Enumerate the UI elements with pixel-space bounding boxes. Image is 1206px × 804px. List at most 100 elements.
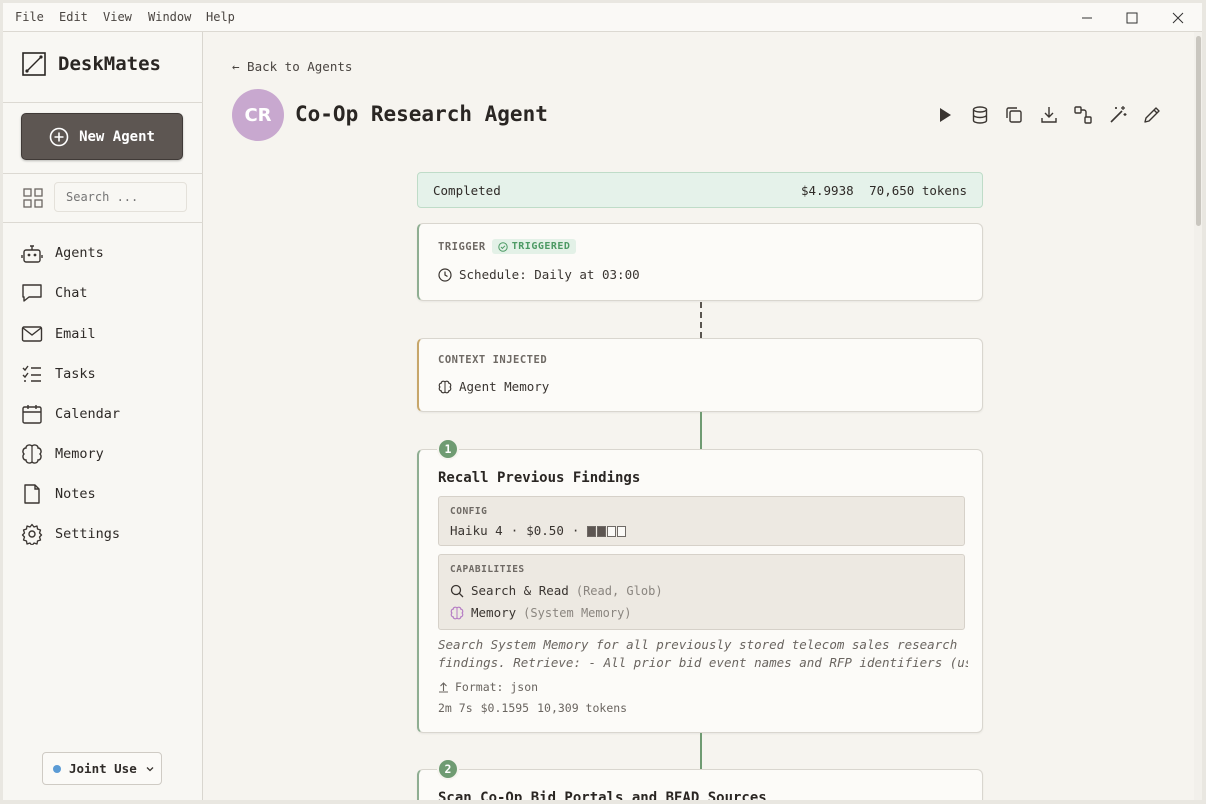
scrollbar[interactable] bbox=[1194, 32, 1202, 800]
tasks-icon bbox=[22, 365, 41, 382]
agents-icon bbox=[21, 245, 43, 263]
app-window: File Edit View Window Help DeskMates New… bbox=[3, 3, 1202, 800]
workflow-icon[interactable] bbox=[1073, 105, 1093, 125]
run-tokens: 70,650 tokens bbox=[869, 182, 967, 198]
copy-icon[interactable] bbox=[1004, 105, 1024, 125]
mode-selector[interactable]: Joint Use bbox=[42, 752, 162, 785]
step-title: Recall Previous Findings bbox=[438, 470, 641, 486]
brain-icon bbox=[22, 444, 42, 464]
sidebar-item-agents[interactable]: Agents bbox=[21, 241, 104, 265]
grid-view-icon[interactable] bbox=[23, 188, 43, 208]
effort-segment bbox=[587, 526, 597, 537]
email-icon bbox=[21, 326, 43, 342]
back-link[interactable]: ← Back to Agents bbox=[232, 59, 352, 74]
new-agent-label: New Agent bbox=[79, 128, 155, 145]
sidebar-item-notes[interactable]: Notes bbox=[21, 482, 96, 506]
sidebar-item-chat[interactable]: Chat bbox=[21, 281, 88, 305]
note-icon bbox=[24, 484, 40, 504]
status-metrics: $4.9938 70,650 tokens bbox=[801, 183, 967, 198]
config-box: CONFIG Haiku 4 · $0.50 · bbox=[438, 496, 965, 546]
check-circle-icon bbox=[498, 241, 508, 252]
search-input[interactable] bbox=[54, 182, 187, 212]
close-icon bbox=[1172, 12, 1184, 23]
step-card[interactable]: Recall Previous Findings CONFIG Haiku 4 … bbox=[417, 449, 983, 733]
status-text: Completed bbox=[433, 182, 501, 198]
search-icon bbox=[450, 584, 464, 597]
config-label: CONFIG bbox=[450, 506, 488, 517]
connector-line bbox=[700, 733, 702, 769]
chevron-down-icon bbox=[146, 766, 154, 771]
sidebar-item-email[interactable]: Email bbox=[21, 322, 96, 346]
edit-icon[interactable] bbox=[1142, 105, 1162, 125]
gear-icon bbox=[21, 523, 43, 545]
logo-icon bbox=[22, 52, 46, 76]
step-metrics: 2m 7s $0.1595 10,309 tokens bbox=[438, 701, 627, 715]
mode-dot bbox=[53, 764, 61, 773]
separator: · bbox=[510, 523, 519, 538]
capability-detail: (System Memory) bbox=[523, 605, 632, 620]
model-name: Haiku 4 bbox=[450, 523, 503, 538]
step-card[interactable]: Scan Co-Op Bid Portals and BEAD Sources bbox=[417, 769, 983, 800]
trigger-card[interactable]: TRIGGER TRIGGERED Schedule: Daily at 03:… bbox=[417, 223, 983, 301]
menu-window[interactable]: Window bbox=[148, 10, 191, 24]
step-number-badge: 1 bbox=[437, 438, 459, 460]
close-window-button[interactable] bbox=[1155, 3, 1201, 32]
sidebar-item-label: Memory bbox=[55, 446, 104, 462]
magic-wand-icon[interactable] bbox=[1108, 105, 1128, 125]
effort-segment bbox=[617, 526, 627, 537]
menu-file[interactable]: File bbox=[15, 10, 44, 24]
effort-segment bbox=[607, 526, 617, 537]
sidebar-item-label: Calendar bbox=[55, 406, 121, 422]
sidebar-item-label: Tasks bbox=[55, 366, 96, 382]
calendar-icon bbox=[22, 405, 42, 424]
sidebar-item-tasks[interactable]: Tasks bbox=[21, 362, 96, 386]
run-cost: $4.9938 bbox=[800, 182, 854, 198]
capability-detail: (Read, Glob) bbox=[575, 583, 663, 598]
capability-name: Search & Read bbox=[471, 583, 569, 598]
trigger-label: TRIGGER bbox=[438, 240, 486, 253]
run-status-bar: Completed $4.9938 70,650 tokens bbox=[417, 172, 983, 208]
capability-item: Memory (System Memory) bbox=[450, 605, 632, 620]
menu-view[interactable]: View bbox=[103, 10, 132, 24]
maximize-button[interactable] bbox=[1109, 3, 1155, 32]
capabilities-box: CAPABILITIES Search & Read (Read, Glob) … bbox=[438, 554, 965, 630]
play-icon[interactable] bbox=[935, 105, 955, 125]
clock-icon bbox=[438, 267, 452, 282]
sidebar: DeskMates New Agent Agents Chat Email Ta… bbox=[3, 32, 203, 800]
download-icon[interactable] bbox=[1039, 105, 1059, 125]
sidebar-item-label: Agents bbox=[55, 245, 104, 261]
mode-label: Joint Use bbox=[69, 761, 137, 776]
brain-icon bbox=[438, 380, 452, 393]
status-badge: TRIGGERED bbox=[491, 239, 577, 254]
minimize-button[interactable] bbox=[1064, 3, 1110, 32]
effort-segment bbox=[597, 526, 607, 537]
sidebar-item-label: Chat bbox=[55, 285, 88, 301]
context-card[interactable]: CONTEXT INJECTED Agent Memory bbox=[417, 338, 983, 412]
capabilities-label: CAPABILITIES bbox=[450, 564, 525, 575]
new-agent-button[interactable]: New Agent bbox=[21, 113, 183, 160]
step-title: Scan Co-Op Bid Portals and BEAD Sources bbox=[438, 790, 767, 800]
context-label: CONTEXT INJECTED bbox=[438, 354, 548, 366]
sidebar-item-settings[interactable]: Settings bbox=[21, 522, 120, 546]
connector-line bbox=[700, 412, 702, 449]
maximize-icon bbox=[1126, 12, 1138, 23]
divider bbox=[3, 222, 203, 223]
badge-label: TRIGGERED bbox=[511, 241, 571, 252]
output-format: Format: json bbox=[438, 680, 538, 694]
sidebar-item-memory[interactable]: Memory bbox=[21, 442, 104, 466]
step-duration: 2m 7s bbox=[438, 701, 473, 715]
sidebar-item-calendar[interactable]: Calendar bbox=[21, 402, 120, 426]
database-icon[interactable] bbox=[970, 105, 990, 125]
upload-icon bbox=[439, 682, 448, 693]
prompt-line: Search System Memory for all previously … bbox=[438, 637, 958, 652]
step-tokens: 10,309 tokens bbox=[537, 701, 628, 715]
menu-help[interactable]: Help bbox=[206, 10, 235, 24]
effort-meter bbox=[587, 523, 627, 538]
connector-dashed bbox=[700, 302, 702, 338]
menu-edit[interactable]: Edit bbox=[59, 10, 88, 24]
scrollbar-thumb[interactable] bbox=[1196, 36, 1201, 226]
prompt-line: findings. Retrieve: - All prior bid even… bbox=[438, 655, 968, 670]
step-prompt: Search System Memory for all previously … bbox=[438, 636, 968, 672]
main-content: ← Back to Agents CR Co-Op Research Agent… bbox=[204, 32, 1194, 800]
chat-icon bbox=[22, 284, 42, 302]
